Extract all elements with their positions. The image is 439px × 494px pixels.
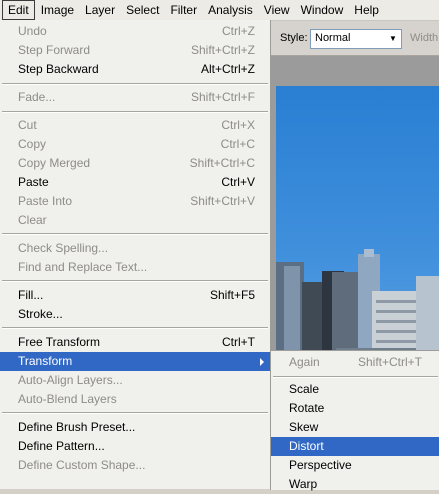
menu-item-label: Undo — [18, 24, 47, 38]
menu-item-shortcut: Shift+Ctrl+C — [189, 156, 255, 170]
menu-select[interactable]: Select — [121, 1, 164, 19]
submenu-item-scale[interactable]: Scale — [271, 380, 439, 399]
menu-item-auto-blend: Auto-Blend Layers — [0, 390, 270, 409]
menu-item-paste[interactable]: Paste Ctrl+V — [0, 173, 270, 192]
menu-item-label: Paste — [18, 175, 49, 189]
menu-item-shortcut: Alt+Ctrl+Z — [200, 62, 255, 76]
menu-item-copy-merged: Copy Merged Shift+Ctrl+C — [0, 154, 270, 173]
menu-item-shortcut: Shift+Ctrl+V — [190, 194, 255, 208]
menu-item-check-spelling: Check Spelling... — [0, 239, 270, 258]
menu-item-shortcut: Ctrl+C — [220, 137, 255, 151]
menu-item-free-transform[interactable]: Free Transform Ctrl+T — [0, 333, 270, 352]
menu-item-transform[interactable]: Transform — [0, 352, 270, 371]
menu-separator — [2, 83, 268, 85]
style-value: Normal — [315, 32, 351, 44]
menu-item-step-backward[interactable]: Step Backward Alt+Ctrl+Z — [0, 60, 270, 79]
menu-item-cut: Cut Ctrl+X — [0, 116, 270, 135]
menu-item-label: Auto-Blend Layers — [18, 392, 117, 406]
menu-item-shortcut: Shift+F5 — [209, 288, 255, 302]
menu-item-auto-align: Auto-Align Layers... — [0, 371, 270, 390]
menu-view[interactable]: View — [259, 1, 295, 19]
chevron-down-icon: ▼ — [389, 34, 397, 43]
menu-item-define-shape: Define Custom Shape... — [0, 456, 270, 475]
menu-item-paste-into: Paste Into Shift+Ctrl+V — [0, 192, 270, 211]
menu-item-fade: Fade... Shift+Ctrl+F — [0, 88, 270, 107]
submenu-item-perspective[interactable]: Perspective — [271, 456, 439, 475]
menu-item-step-forward: Step Forward Shift+Ctrl+Z — [0, 41, 270, 60]
menu-separator — [2, 327, 268, 329]
menu-separator — [2, 280, 268, 282]
menu-item-stroke[interactable]: Stroke... — [0, 305, 270, 324]
edit-menu: Undo Ctrl+Z Step Forward Shift+Ctrl+Z St… — [0, 20, 271, 489]
options-bar: Style: Normal ▼ Width: — [270, 21, 439, 56]
menu-item-label: Perspective — [289, 458, 352, 472]
menu-item-label: Again — [289, 355, 320, 369]
style-dropdown[interactable]: Normal ▼ — [310, 29, 402, 49]
menu-item-fill[interactable]: Fill... Shift+F5 — [0, 286, 270, 305]
menu-item-label: Fill... — [18, 288, 44, 302]
menu-item-label: Paste Into — [18, 194, 73, 208]
menu-item-label: Rotate — [289, 401, 325, 415]
menu-item-label: Find and Replace Text... — [18, 260, 148, 274]
menu-item-label: Define Custom Shape... — [18, 458, 146, 472]
submenu-item-skew[interactable]: Skew — [271, 418, 439, 437]
submenu-arrow-icon — [260, 358, 264, 366]
menu-separator — [2, 412, 268, 414]
menu-bar: Edit Image Layer Select Filter Analysis … — [0, 0, 439, 21]
menu-item-label: Skew — [289, 420, 319, 434]
menu-item-shortcut: Ctrl+T — [222, 335, 255, 349]
menu-item-undo: Undo Ctrl+Z — [0, 22, 270, 41]
menu-item-label: Scale — [289, 382, 320, 396]
style-label: Style: — [280, 32, 308, 44]
menu-item-label: Cut — [18, 118, 37, 132]
width-label: Width: — [410, 32, 439, 44]
menu-window[interactable]: Window — [296, 1, 349, 19]
menu-item-label: Define Pattern... — [18, 439, 105, 453]
submenu-item-again: Again Shift+Ctrl+T — [271, 353, 439, 372]
submenu-item-rotate[interactable]: Rotate — [271, 399, 439, 418]
menu-item-define-pattern[interactable]: Define Pattern... — [0, 437, 270, 456]
menu-separator — [2, 111, 268, 113]
menu-item-shortcut: Shift+Ctrl+T — [357, 355, 422, 369]
menu-item-shortcut: Ctrl+V — [221, 175, 255, 189]
menu-help[interactable]: Help — [349, 1, 384, 19]
menu-item-label: Free Transform — [18, 335, 101, 349]
menu-item-find-replace: Find and Replace Text... — [0, 258, 270, 277]
menu-item-shortcut: Shift+Ctrl+F — [190, 90, 255, 104]
menu-separator — [273, 376, 438, 378]
menu-layer[interactable]: Layer — [80, 1, 120, 19]
menu-item-label: Clear — [18, 213, 47, 227]
menu-item-label: Warp — [289, 477, 318, 491]
transform-submenu: Again Shift+Ctrl+T Scale Rotate Skew Dis… — [270, 350, 439, 491]
menu-item-label: Transform — [18, 354, 73, 368]
menu-item-copy: Copy Ctrl+C — [0, 135, 270, 154]
menu-item-label: Auto-Align Layers... — [18, 373, 123, 387]
menu-item-clear: Clear — [0, 211, 270, 230]
menu-item-shortcut: Ctrl+Z — [222, 24, 255, 38]
menu-item-label: Copy — [18, 137, 47, 151]
menu-item-label: Step Forward — [18, 43, 91, 57]
menu-separator — [2, 233, 268, 235]
menu-item-label: Define Brush Preset... — [18, 420, 136, 434]
menu-item-shortcut: Shift+Ctrl+Z — [190, 43, 255, 57]
menu-filter[interactable]: Filter — [165, 1, 202, 19]
menu-item-label: Step Backward — [18, 62, 99, 76]
menu-image[interactable]: Image — [36, 1, 79, 19]
menu-item-label: Distort — [289, 439, 324, 453]
submenu-item-distort[interactable]: Distort — [271, 437, 439, 456]
menu-item-label: Copy Merged — [18, 156, 91, 170]
menu-edit[interactable]: Edit — [2, 0, 35, 20]
submenu-item-warp[interactable]: Warp — [271, 475, 439, 494]
menu-item-define-brush[interactable]: Define Brush Preset... — [0, 418, 270, 437]
menu-item-label: Check Spelling... — [18, 241, 109, 255]
menu-item-label: Fade... — [18, 90, 56, 104]
menu-item-label: Stroke... — [18, 307, 63, 321]
menu-item-shortcut: Ctrl+X — [221, 118, 255, 132]
menu-analysis[interactable]: Analysis — [203, 1, 258, 19]
